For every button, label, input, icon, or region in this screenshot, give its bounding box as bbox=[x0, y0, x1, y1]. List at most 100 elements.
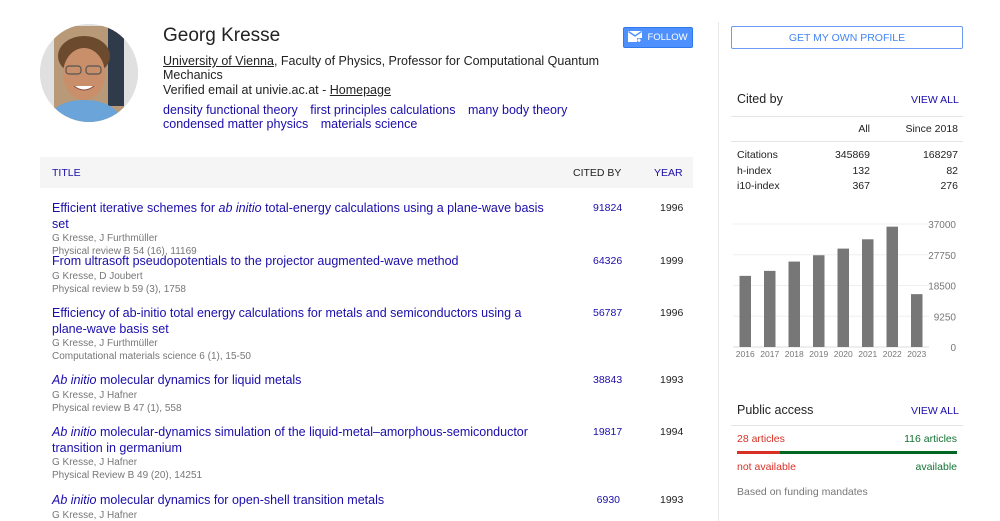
x-tick-label: 2018 bbox=[785, 349, 804, 359]
publication-authors: G Kresse, J Hafner bbox=[52, 509, 138, 521]
cited-by-view-all[interactable]: VIEW ALL bbox=[911, 94, 959, 106]
mail-plus-icon bbox=[628, 30, 643, 45]
title-text: molecular dynamics for liquid metals bbox=[96, 373, 302, 387]
bar-2016[interactable] bbox=[739, 275, 752, 347]
bar-2023[interactable] bbox=[911, 294, 923, 347]
stat-row-citations: Citations 345869 168297 bbox=[737, 149, 958, 165]
follow-button[interactable]: FOLLOW bbox=[623, 27, 693, 48]
affiliation-link[interactable]: University of Vienna bbox=[163, 54, 274, 68]
bar-2019[interactable] bbox=[813, 255, 825, 347]
public-access-bar bbox=[737, 451, 957, 454]
publication-venue: Physical Review B 49 (20), 14251 bbox=[52, 470, 203, 481]
email-text: Verified email at univie.ac.at - bbox=[163, 83, 330, 97]
public-access-title: Public access bbox=[737, 403, 814, 417]
citation-stats: Citations 345869 168297 h-index 132 82 i… bbox=[737, 149, 958, 196]
cited-by-title: Cited by bbox=[737, 92, 783, 106]
x-tick-label: 2016 bbox=[736, 349, 755, 359]
publication-venue: Physical review B 47 (1), 558 bbox=[52, 402, 182, 414]
y-tick-label: 9250 bbox=[934, 312, 957, 323]
publication-row: Efficient iterative schemes for ab initi… bbox=[40, 201, 693, 258]
bar-2020[interactable] bbox=[837, 248, 850, 347]
publication-year: 1993 bbox=[660, 494, 684, 506]
not-available-label: not available bbox=[737, 461, 796, 473]
y-tick-label: 0 bbox=[950, 343, 956, 354]
bar-2022[interactable] bbox=[886, 226, 899, 347]
cited-by-count-link[interactable]: 64326 bbox=[593, 255, 622, 267]
not-available-count[interactable]: 28 articles bbox=[737, 433, 785, 445]
publication-authors: G Kresse, D Joubert bbox=[52, 270, 143, 282]
sort-by-cited[interactable]: CITED BY bbox=[573, 167, 621, 179]
publication-row: Ab initio molecular dynamics for liquid … bbox=[40, 373, 693, 415]
profile-email: Verified email at univie.ac.at - Homepag… bbox=[163, 83, 391, 97]
interest-link[interactable]: condensed matter physics bbox=[163, 117, 308, 131]
available-count[interactable]: 116 articles bbox=[904, 433, 957, 445]
bar-2017[interactable] bbox=[764, 270, 776, 347]
publication-year: 1996 bbox=[660, 307, 684, 319]
publication-title-link[interactable]: Ab initio molecular-dynamics simulation … bbox=[52, 425, 552, 456]
public-access-view-all[interactable]: VIEW ALL bbox=[911, 405, 959, 417]
sort-by-title[interactable]: TITLE bbox=[52, 167, 81, 179]
x-tick-label: 2017 bbox=[760, 349, 779, 359]
stat-row-h-index: h-index 132 82 bbox=[737, 165, 958, 181]
publication-authors: G Kresse, J Furthmüller bbox=[52, 233, 158, 244]
publication-row: Efficiency of ab-initio total energy cal… bbox=[40, 306, 693, 363]
stat-all: 367 bbox=[852, 180, 870, 192]
stat-row-i10-index: i10-index 367 276 bbox=[737, 180, 958, 196]
publication-row: From ultrasoft pseudopotentials to the p… bbox=[40, 254, 693, 296]
citation-stats-header: All Since 2018 bbox=[737, 123, 958, 139]
column-divider bbox=[718, 22, 719, 521]
interest-link[interactable]: many body theory bbox=[468, 103, 567, 117]
cited-by-count-link[interactable]: 6930 bbox=[593, 494, 620, 506]
y-tick-label: 18500 bbox=[928, 282, 956, 293]
publication-row: Ab initio molecular-dynamics simulation … bbox=[40, 425, 693, 482]
title-text: molecular dynamics for open-shell transi… bbox=[96, 493, 385, 507]
col-all: All bbox=[858, 123, 870, 135]
cited-by-count-link[interactable]: 91824 bbox=[593, 202, 622, 214]
publication-venue: Computational materials science 6 (1), 1… bbox=[52, 351, 251, 362]
interest-link[interactable]: first principles calculations bbox=[310, 103, 455, 117]
title-italic-text: Ab initio bbox=[52, 493, 97, 507]
stat-all: 345869 bbox=[834, 149, 870, 161]
publication-row: Ab initio molecular dynamics for open-sh… bbox=[40, 493, 693, 521]
stat-label: Citations bbox=[737, 149, 778, 161]
divider bbox=[731, 116, 963, 117]
cited-by-count-link[interactable]: 38843 bbox=[593, 374, 622, 386]
publication-title-link[interactable]: Efficiency of ab-initio total energy cal… bbox=[52, 306, 552, 337]
publication-venue: Physical review b 59 (3), 1758 bbox=[52, 283, 186, 295]
publication-title-link[interactable]: Efficient iterative schemes for ab initi… bbox=[52, 201, 552, 232]
title-italic-text: Ab initio bbox=[52, 373, 97, 387]
publication-title-link[interactable]: Ab initio molecular dynamics for liquid … bbox=[52, 373, 552, 389]
bar-2021[interactable] bbox=[862, 239, 874, 347]
x-tick-label: 2023 bbox=[907, 349, 926, 359]
publications-table-header: TITLE CITED BY YEAR bbox=[40, 157, 693, 188]
cited-by-count-link[interactable]: 56787 bbox=[593, 307, 622, 319]
interest-link[interactable]: materials science bbox=[321, 117, 418, 131]
publication-title-link[interactable]: Ab initio molecular dynamics for open-sh… bbox=[52, 493, 552, 509]
x-tick-label: 2020 bbox=[834, 349, 853, 359]
publication-authors: G Kresse, J Hafner bbox=[52, 389, 138, 401]
col-since: Since 2018 bbox=[905, 123, 958, 135]
cited-by-count-link[interactable]: 19817 bbox=[593, 426, 622, 438]
divider bbox=[731, 425, 963, 426]
publication-title-link[interactable]: From ultrasoft pseudopotentials to the p… bbox=[52, 254, 552, 270]
profile-affiliation: University of Vienna, Faculty of Physics… bbox=[163, 54, 603, 82]
bar-2018[interactable] bbox=[788, 261, 801, 347]
sort-by-year[interactable]: YEAR bbox=[654, 167, 683, 179]
interest-link[interactable]: density functional theory bbox=[163, 103, 298, 117]
publication-year: 1994 bbox=[660, 426, 684, 438]
citations-per-year-chart: 0 9250 18500 27750 37000 2016 2017 2018 2019 2020… bbox=[733, 220, 957, 359]
y-tick-label: 27750 bbox=[928, 251, 956, 262]
y-tick-label: 37000 bbox=[928, 220, 956, 231]
available-label: available bbox=[915, 461, 957, 473]
title-text: molecular-dynamics simulation of the liq… bbox=[52, 425, 528, 455]
stat-label: i10-index bbox=[737, 180, 780, 192]
get-my-own-profile-button[interactable]: GET MY OWN PROFILE bbox=[731, 26, 963, 49]
homepage-link[interactable]: Homepage bbox=[330, 83, 391, 97]
publication-authors: G Kresse, J Furthmüller bbox=[52, 338, 158, 349]
profile-name: Georg Kresse bbox=[163, 25, 281, 46]
stat-all: 132 bbox=[852, 164, 870, 177]
stat-since: 276 bbox=[940, 180, 958, 192]
publication-authors: G Kresse, J Hafner bbox=[52, 457, 138, 468]
x-tick-label: 2021 bbox=[858, 349, 877, 359]
research-interests: density functional theory first principl… bbox=[163, 103, 603, 131]
